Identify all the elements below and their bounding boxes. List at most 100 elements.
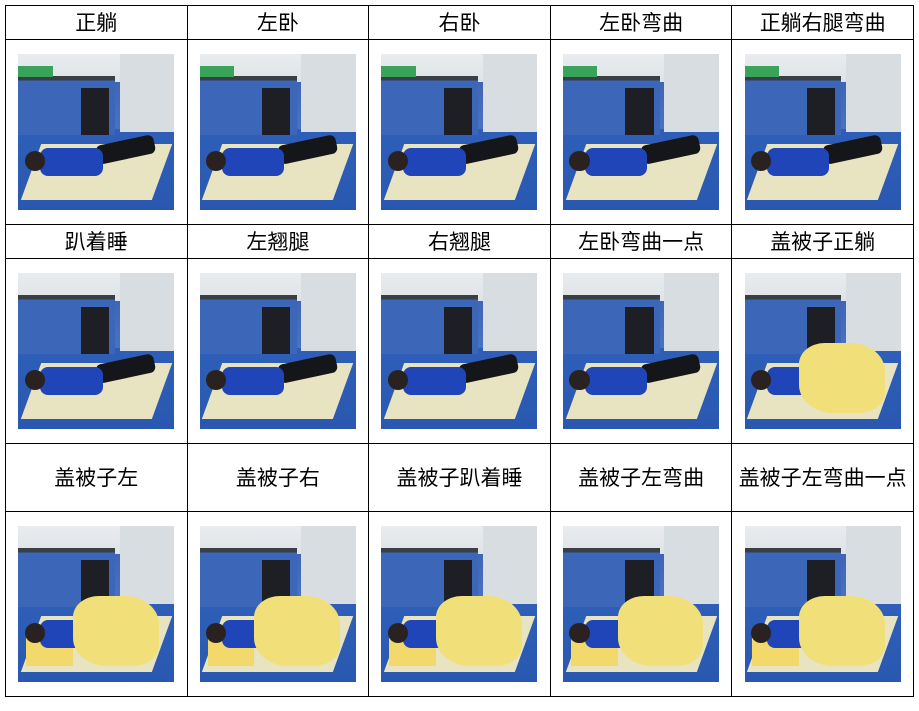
posture-photo — [199, 526, 356, 682]
image-cell — [731, 39, 914, 225]
wall-shape — [846, 273, 901, 351]
image-cell — [368, 258, 551, 444]
label-cell: 左翘腿 — [186, 224, 370, 259]
wall-shape — [846, 54, 901, 132]
box-shape — [381, 66, 416, 78]
image-cell — [549, 39, 733, 225]
posture-label: 左卧弯曲一点 — [578, 229, 705, 254]
image-cell — [549, 258, 733, 444]
wall-shape — [301, 273, 356, 351]
image-cell — [5, 511, 188, 697]
cab-shape — [443, 307, 472, 355]
image-cell — [186, 39, 370, 225]
posture-photo — [18, 526, 175, 682]
image-cell — [186, 258, 370, 444]
wall-shape — [119, 54, 175, 132]
image-cell — [549, 511, 733, 697]
image-cell — [5, 39, 188, 225]
posture-label: 盖被子趴着睡 — [396, 465, 523, 490]
image-cell — [186, 511, 370, 697]
posture-photo — [744, 526, 901, 682]
image-row — [5, 258, 914, 444]
posture-label: 趴着睡 — [64, 229, 128, 254]
body-shape — [221, 366, 285, 395]
quilt-shape — [436, 596, 522, 667]
posture-label: 盖被子正躺 — [770, 229, 876, 254]
label-cell: 左卧弯曲 — [549, 5, 733, 40]
box-shape — [199, 66, 235, 78]
posture-photo — [744, 54, 901, 210]
label-cell: 盖被子左弯曲一点 — [731, 443, 914, 512]
head-shape — [24, 369, 45, 390]
box-shape — [18, 66, 53, 78]
head-shape — [24, 622, 45, 643]
label-cell: 正躺右腿弯曲 — [731, 5, 914, 40]
posture-label: 盖被子左弯曲 — [578, 465, 705, 490]
posture-label: 盖被子左 — [54, 465, 139, 490]
posture-photo — [381, 526, 538, 682]
quilt-shape — [799, 343, 886, 414]
wall-shape — [664, 54, 720, 132]
wall-shape — [301, 526, 356, 604]
quilt-shape — [617, 596, 704, 667]
cab-shape — [262, 307, 291, 355]
wall-shape — [482, 54, 538, 132]
cab-shape — [80, 88, 109, 136]
posture-photo — [744, 273, 901, 429]
body-shape — [403, 366, 466, 395]
posture-photo — [18, 54, 175, 210]
posture-label: 盖被子右 — [235, 465, 320, 490]
wall-shape — [482, 273, 538, 351]
body-shape — [766, 147, 829, 176]
cab-shape — [443, 88, 472, 136]
body-shape — [403, 147, 466, 176]
posture-photo — [563, 273, 720, 429]
label-row: 趴着睡 左翘腿 右翘腿 左卧弯曲一点 盖被子正躺 — [5, 224, 914, 259]
quilt-shape — [72, 596, 159, 667]
label-cell: 右卧 — [368, 5, 551, 40]
wall-shape — [664, 526, 720, 604]
quilt-shape — [254, 596, 341, 667]
posture-photo — [381, 54, 538, 210]
cab-shape — [262, 88, 291, 136]
posture-label: 右卧 — [438, 10, 481, 35]
head-shape — [569, 622, 590, 643]
posture-photo — [563, 54, 720, 210]
label-cell: 右翘腿 — [368, 224, 551, 259]
cab-shape — [80, 307, 109, 355]
image-cell — [731, 511, 914, 697]
wall-shape — [119, 526, 175, 604]
image-cell — [5, 258, 188, 444]
posture-photo — [199, 54, 356, 210]
label-row: 盖被子左 盖被子右 盖被子趴着睡 盖被子左弯曲 盖被子左弯曲一点 — [5, 443, 914, 512]
posture-photo — [18, 273, 175, 429]
head-shape — [750, 622, 772, 643]
label-cell: 盖被子左 — [5, 443, 188, 512]
posture-label: 正躺右腿弯曲 — [759, 10, 886, 35]
wall-shape — [846, 526, 901, 604]
head-shape — [750, 150, 772, 171]
posture-label: 右翘腿 — [427, 229, 491, 254]
label-cell: 盖被子趴着睡 — [368, 443, 551, 512]
cab-shape — [625, 88, 654, 136]
posture-photo — [563, 526, 720, 682]
image-cell — [368, 511, 551, 697]
label-cell: 盖被子正躺 — [731, 224, 914, 259]
head-shape — [387, 622, 408, 643]
label-cell: 盖被子左弯曲 — [549, 443, 733, 512]
posture-label: 左卧弯曲 — [599, 10, 684, 35]
wall-shape — [664, 273, 720, 351]
image-cell — [731, 258, 914, 444]
body-shape — [584, 147, 648, 176]
body-shape — [584, 366, 648, 395]
body-shape — [40, 147, 103, 176]
cab-shape — [807, 88, 836, 136]
label-cell: 左卧 — [186, 5, 370, 40]
label-row: 正躺 左卧 右卧 左卧弯曲 正躺右腿弯曲 — [5, 5, 914, 40]
head-shape — [387, 150, 408, 171]
posture-label: 左卧 — [256, 10, 299, 35]
posture-table: 正躺 左卧 右卧 左卧弯曲 正躺右腿弯曲 趴着睡 左翘腿 右翘腿 左卧弯曲一点 盖被子正躺 盖被子左… — [5, 5, 914, 697]
body-shape — [40, 366, 103, 395]
posture-label: 左翘腿 — [246, 229, 310, 254]
head-shape — [569, 150, 590, 171]
